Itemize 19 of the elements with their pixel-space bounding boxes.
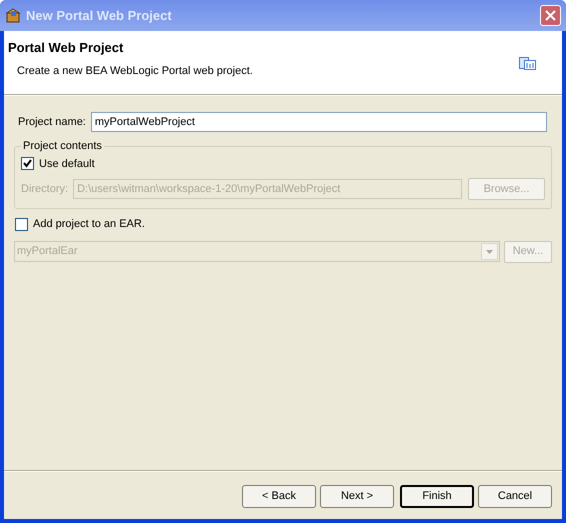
dialog-button[interactable]: Finish bbox=[400, 485, 474, 508]
wizard-icon bbox=[519, 56, 536, 70]
checkbox[interactable] bbox=[21, 157, 34, 170]
close-icon bbox=[545, 10, 556, 21]
field-label: Directory: bbox=[21, 182, 68, 197]
close-button[interactable] bbox=[540, 5, 561, 26]
dialog-button[interactable]: Next > bbox=[320, 485, 394, 508]
checkbox-label: Use default bbox=[39, 156, 95, 172]
page-title: Portal Web Project bbox=[8, 39, 124, 57]
dialog-button[interactable]: < Back bbox=[242, 485, 316, 508]
dialog-button[interactable]: Cancel bbox=[478, 485, 552, 508]
window-title: New Portal Web Project bbox=[26, 6, 173, 25]
checkbox-label: Add project to an EAR. bbox=[33, 217, 145, 232]
field-label: Project name: bbox=[18, 114, 86, 130]
project-name-field[interactable]: myPortalWebProject bbox=[90, 112, 547, 132]
page-description: Create a new BEA WebLogic Portal web project. bbox=[17, 64, 254, 78]
checkbox[interactable] bbox=[15, 218, 28, 231]
group-label: Project contents bbox=[22, 139, 103, 154]
package-icon bbox=[5, 7, 22, 24]
